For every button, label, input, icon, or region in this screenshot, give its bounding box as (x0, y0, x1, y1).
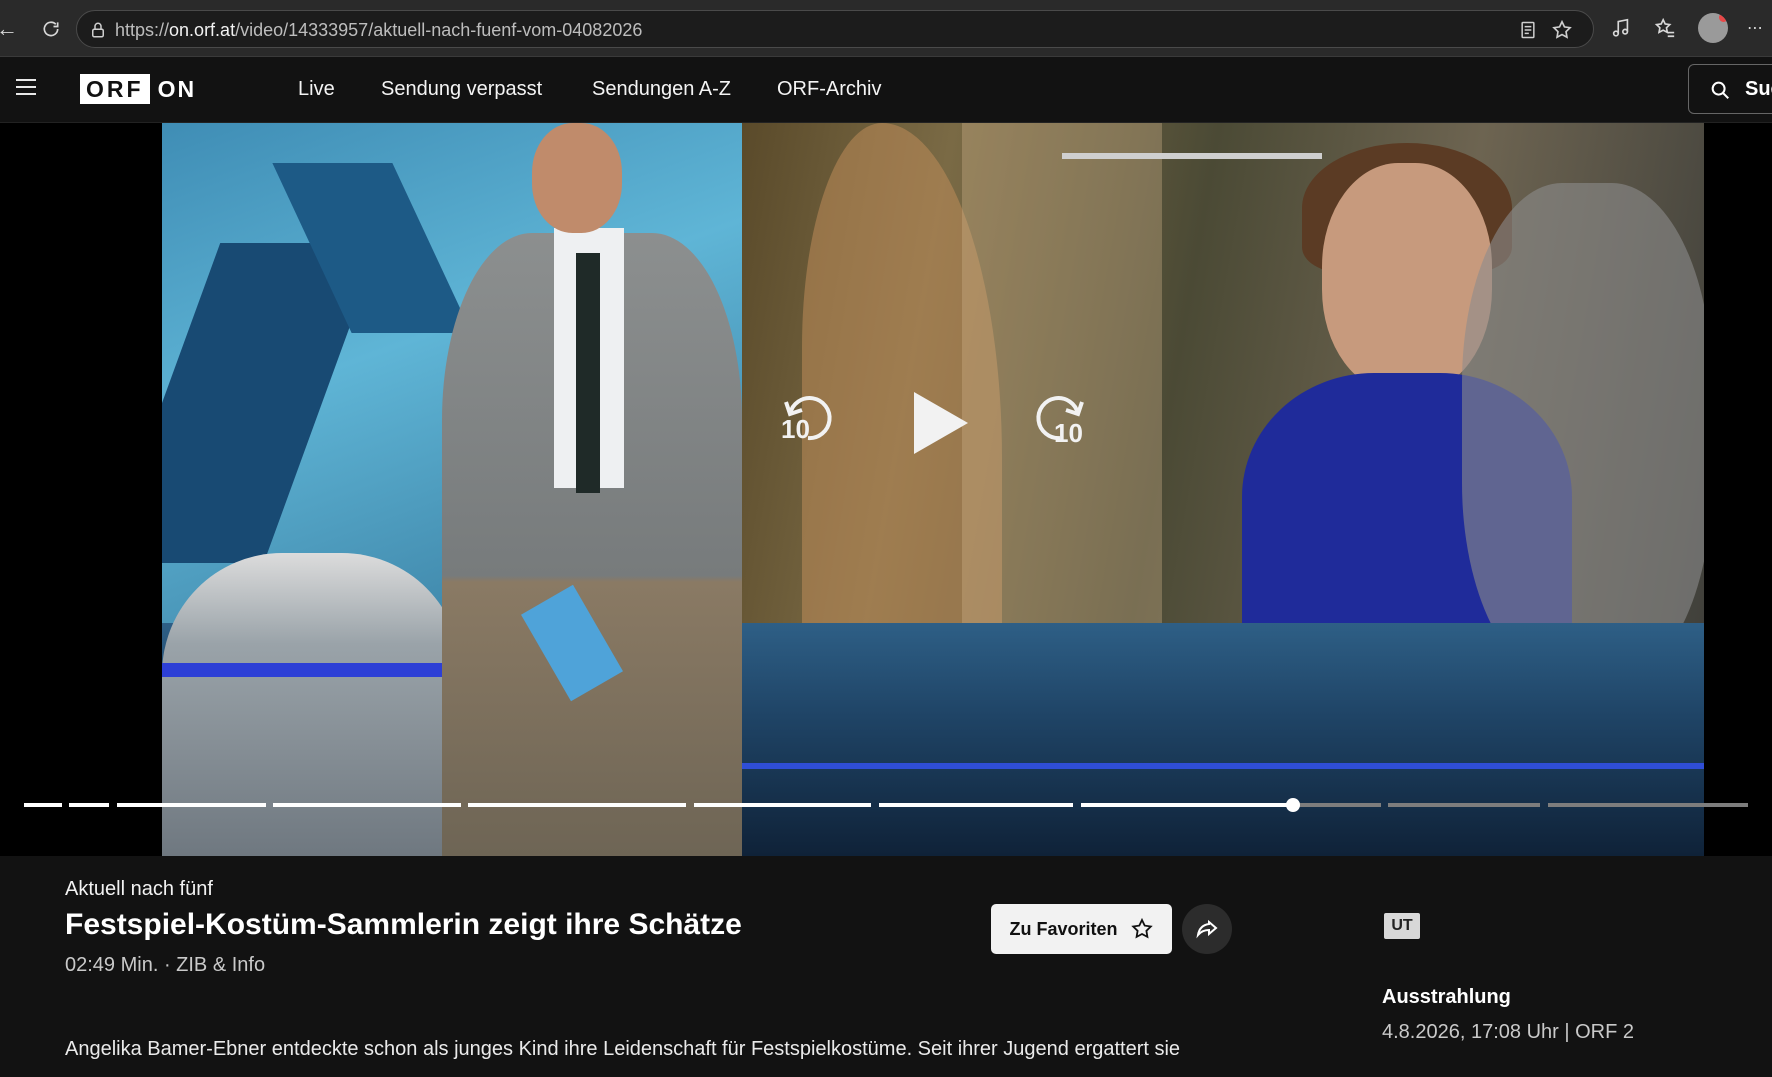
episode-description: Angelika Bamer-Ebner entdeckte schon als… (65, 1038, 1181, 1060)
add-to-favorites-button[interactable]: Zu Favoriten (991, 904, 1172, 954)
progress-bar[interactable] (24, 798, 1748, 812)
episode-title: Festspiel-Kostüm-Sammlerin zeigt ihre Sc… (65, 908, 742, 941)
forward-10-button[interactable]: 10 (1030, 388, 1090, 448)
reload-icon[interactable] (38, 16, 64, 42)
rewind-10-button[interactable]: 10 (778, 388, 838, 448)
nav-sendungen-a-z[interactable]: Sendungen A-Z (592, 78, 731, 101)
play-icon (914, 392, 968, 454)
reader-view-icon[interactable] (1517, 19, 1539, 41)
play-button[interactable] (908, 388, 972, 458)
logo-suffix: ON (157, 75, 197, 102)
favorite-star-icon[interactable] (1551, 19, 1573, 41)
notification-dot (1719, 13, 1728, 22)
url-path: /video/14333957/aktuell-nach-fuenf-vom-0… (235, 20, 643, 40)
nav-sendung-verpasst[interactable]: Sendung verpasst (381, 78, 542, 101)
back-arrow-icon[interactable]: ← (0, 16, 20, 42)
address-bar[interactable]: https://on.orf.at/video/14333957/aktuell… (76, 10, 1594, 48)
url-host: on.orf.at (169, 20, 236, 40)
search-icon (1711, 81, 1729, 99)
rewind-icon: 10 (781, 396, 832, 444)
video-frame[interactable] (162, 123, 1704, 856)
url-text[interactable]: https://on.orf.at/video/14333957/aktuell… (115, 20, 642, 41)
nav-live[interactable]: Live (298, 78, 335, 101)
costume-scene (742, 123, 1704, 683)
lock-icon (92, 22, 104, 38)
url-prefix: https:// (115, 20, 170, 40)
forward-seconds: 10 (1054, 418, 1083, 448)
favorites-label: Zu Favoriten (1009, 918, 1118, 939)
more-options-icon[interactable]: ⋯ (1742, 15, 1768, 41)
logo-box: ORF (80, 74, 150, 104)
star-icon (1130, 917, 1153, 939)
share-icon (1196, 919, 1218, 939)
profile-avatar[interactable] (1698, 13, 1728, 43)
anchor-desk (162, 553, 462, 856)
nav-orf-archiv[interactable]: ORF-Archiv (777, 78, 881, 101)
progress-scrubber[interactable] (1286, 798, 1300, 812)
airing-value: 4.8.2026, 17:08 Uhr | ORF 2 (1382, 1021, 1635, 1043)
rewind-seconds: 10 (781, 414, 810, 444)
forward-icon: 10 (1036, 396, 1084, 448)
hamburger-menu-icon[interactable] (16, 79, 36, 97)
site-header: ORF ON Live Sendung verpasst Sendungen A… (0, 57, 1772, 123)
search-label: Suc (1745, 78, 1772, 100)
airing-label: Ausstrahlung (1382, 986, 1511, 1008)
video-player[interactable]: 10 10 (0, 123, 1772, 856)
media-control-icon[interactable] (1608, 15, 1634, 41)
favorites-list-icon[interactable] (1652, 15, 1678, 41)
search-button[interactable]: Suc (1688, 64, 1772, 114)
episode-meta: 02:49 Min. · ZIB & Info (65, 954, 266, 976)
show-name[interactable]: Aktuell nach fünf (65, 878, 213, 901)
browser-toolbar: ← https://on.orf.at/video/14333957/aktue… (0, 0, 1772, 57)
orf-on-logo[interactable]: ORF ON (80, 74, 196, 104)
subtitles-badge: UT (1384, 913, 1420, 939)
video-info: Aktuell nach fünf Festspiel-Kostüm-Samml… (0, 856, 1772, 1077)
share-button[interactable] (1182, 904, 1232, 954)
